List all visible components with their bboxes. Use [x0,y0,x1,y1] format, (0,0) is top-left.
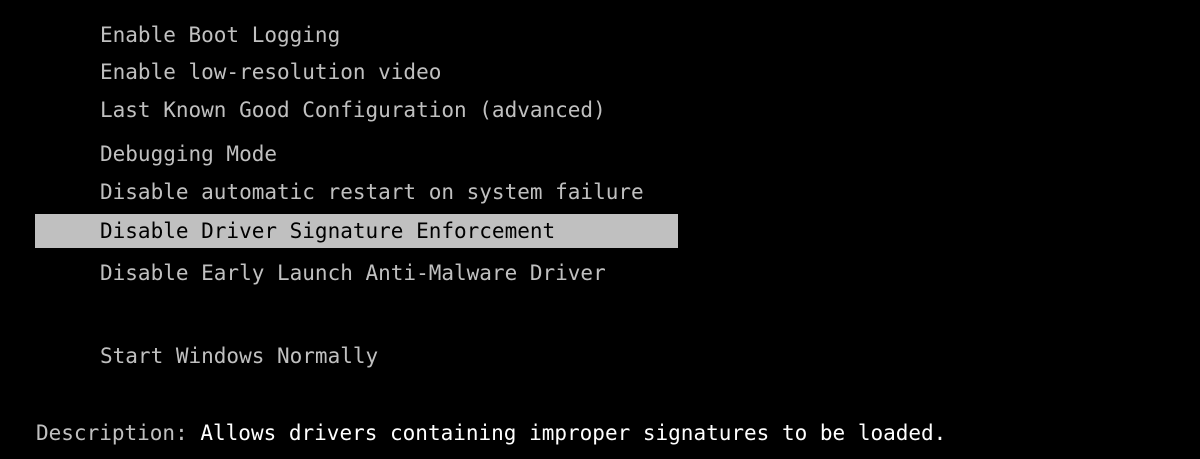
description-line: Description: Allows drivers containing i… [36,416,946,450]
description-text: Allows drivers containing improper signa… [200,421,947,445]
menu-item-debugging-mode[interactable]: Debugging Mode [100,137,277,171]
advanced-boot-options-screen: Enable Boot Logging Enable low-resolutio… [0,0,1200,459]
menu-item-disable-driver-signature-enforcement[interactable]: Disable Driver Signature Enforcement [35,214,678,248]
description-label: Description: [36,421,201,445]
menu-item-disable-early-launch-anti-malware[interactable]: Disable Early Launch Anti-Malware Driver [100,256,606,290]
menu-item-disable-automatic-restart[interactable]: Disable automatic restart on system fail… [100,175,644,209]
menu-item-enable-boot-logging[interactable]: Enable Boot Logging [100,18,340,52]
menu-item-start-windows-normally[interactable]: Start Windows Normally [100,339,378,373]
menu-item-last-known-good-configuration[interactable]: Last Known Good Configuration (advanced) [100,93,606,127]
menu-item-enable-low-resolution-video[interactable]: Enable low-resolution video [100,55,441,89]
